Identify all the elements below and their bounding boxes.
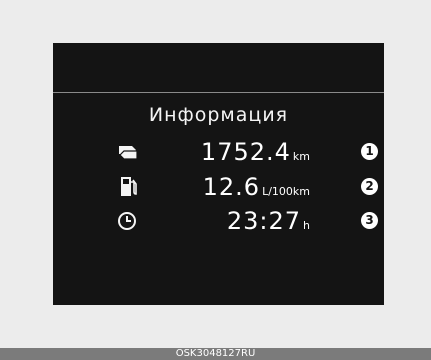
distance-unit: km (292, 150, 310, 163)
distance-to-empty-icon (115, 140, 141, 164)
info-title: Информация (148, 104, 289, 126)
marker-2: 2 (361, 178, 378, 195)
fuel-value: 12.6 L/100km (202, 173, 310, 201)
fuel-row: 12.6 L/100km 2 (53, 172, 384, 202)
time-row: 23:27 h 3 (53, 206, 384, 236)
marker-3: 3 (361, 212, 378, 229)
header-divider (53, 92, 384, 93)
time-unit: h (303, 219, 310, 232)
fuel-pump-icon (115, 175, 141, 199)
time-value: 23:27 h (226, 207, 310, 235)
marker-1: 1 (361, 143, 378, 160)
distance-row: 1752.4 km 1 (53, 137, 384, 167)
distance-value: 1752.4 km (200, 138, 310, 166)
image-code-caption: OSK3048127RU (0, 348, 431, 360)
clock-icon (115, 209, 141, 233)
fuel-unit: L/100km (262, 185, 310, 198)
